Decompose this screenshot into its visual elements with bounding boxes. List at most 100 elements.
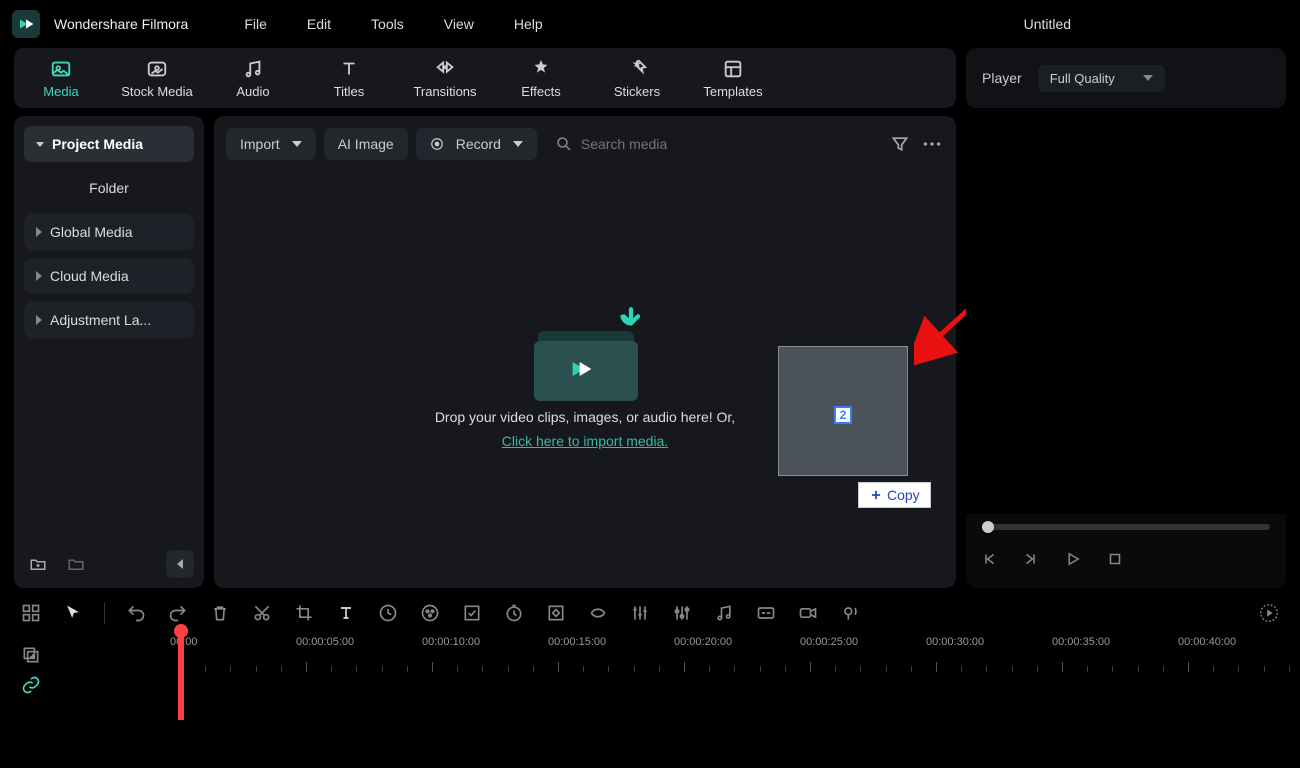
tab-templates[interactable]: Templates — [694, 58, 772, 99]
timeline-playhead[interactable] — [178, 632, 184, 720]
drop-text: Drop your video clips, images, or audio … — [435, 409, 735, 425]
download-arrow-icon — [614, 305, 648, 339]
ruler-tick — [558, 662, 559, 672]
new-folder-button[interactable] — [24, 550, 52, 578]
link-button[interactable] — [20, 674, 42, 696]
sidebar-global-media[interactable]: Global Media — [24, 214, 194, 250]
sidebar-cloud-media[interactable]: Cloud Media — [24, 258, 194, 294]
timer-button[interactable] — [503, 602, 525, 624]
filter-button[interactable] — [888, 132, 912, 156]
sidebar-global-label: Global Media — [50, 224, 133, 240]
menu-file[interactable]: File — [228, 10, 283, 38]
sidebar: Project Media Folder Global Media Cloud … — [14, 116, 204, 588]
player-header: Player Full Quality — [966, 48, 1286, 108]
tab-effects[interactable]: Effects — [502, 58, 580, 99]
record-tool-button[interactable] — [797, 602, 819, 624]
play-button[interactable] — [1062, 548, 1084, 570]
voiceover-button[interactable] — [839, 602, 861, 624]
sidebar-adjustment-layer[interactable]: Adjustment La... — [24, 302, 194, 338]
keyframe-button[interactable] — [545, 602, 567, 624]
sidebar-project-media[interactable]: Project Media — [24, 126, 194, 162]
document-title: Untitled — [807, 16, 1288, 32]
next-frame-button[interactable] — [1020, 548, 1042, 570]
menu-tools[interactable]: Tools — [355, 10, 420, 38]
speed-button[interactable] — [377, 602, 399, 624]
tab-transitions-label: Transitions — [413, 84, 476, 99]
cursor-icon[interactable] — [62, 602, 84, 624]
sidebar-cloud-label: Cloud Media — [50, 268, 129, 284]
copy-label: Copy — [887, 487, 920, 503]
ruler-tick — [306, 662, 307, 672]
redo-button[interactable] — [167, 602, 189, 624]
crop-button[interactable] — [293, 602, 315, 624]
timeline-ruler[interactable]: 00:0000:00:05:0000:00:10:0000:00:15:0000… — [170, 632, 1300, 672]
add-track-button[interactable] — [20, 644, 42, 666]
tab-media-label: Media — [43, 84, 78, 99]
ribbon-tabs: Media Stock Media Audio Titles Transitio… — [14, 48, 956, 108]
stop-button[interactable] — [1104, 548, 1126, 570]
tab-audio-label: Audio — [236, 84, 269, 99]
tab-effects-label: Effects — [521, 84, 561, 99]
menu-help[interactable]: Help — [498, 10, 559, 38]
player-progress[interactable] — [982, 524, 1270, 530]
prev-frame-button[interactable] — [978, 548, 1000, 570]
motion-button[interactable] — [587, 602, 609, 624]
chevron-right-icon — [36, 227, 42, 237]
playhead-handle[interactable] — [982, 521, 994, 533]
cut-button[interactable] — [251, 602, 273, 624]
media-panel: Import AI Image Record — [214, 116, 956, 588]
ruler-tick — [684, 662, 685, 672]
timeline[interactable]: 00:0000:00:05:0000:00:10:0000:00:15:0000… — [0, 632, 1300, 722]
record-button[interactable]: Record — [416, 128, 537, 160]
menu-edit[interactable]: Edit — [291, 10, 347, 38]
tab-titles[interactable]: Titles — [310, 58, 388, 99]
app-name: Wondershare Filmora — [54, 16, 188, 32]
media-icon — [50, 58, 72, 80]
tab-stickers[interactable]: Stickers — [598, 58, 676, 99]
more-button[interactable] — [920, 132, 944, 156]
ruler-label: 00:00:35:00 — [1052, 636, 1110, 648]
new-bin-button[interactable] — [62, 550, 90, 578]
player-viewport — [966, 116, 1286, 514]
adjust-button[interactable] — [629, 602, 651, 624]
ruler-label: 00:00:05:00 — [296, 636, 354, 648]
sidebar-project-media-label: Project Media — [52, 136, 143, 152]
app-logo — [12, 10, 40, 38]
import-link[interactable]: Click here to import media. — [502, 433, 669, 449]
collapse-sidebar-button[interactable] — [166, 550, 194, 578]
quality-select[interactable]: Full Quality — [1038, 65, 1165, 92]
sidebar-folder[interactable]: Folder — [24, 170, 194, 206]
tab-media[interactable]: Media — [22, 58, 100, 99]
menu-view[interactable]: View — [428, 10, 490, 38]
mixer-button[interactable] — [671, 602, 693, 624]
media-toolbar: Import AI Image Record — [214, 116, 956, 172]
ruler-tick — [810, 662, 811, 672]
copy-tooltip: Copy — [858, 482, 931, 508]
tab-stickers-label: Stickers — [614, 84, 660, 99]
audio-tool-button[interactable] — [713, 602, 735, 624]
templates-icon — [722, 58, 744, 80]
tab-stock-media[interactable]: Stock Media — [118, 58, 196, 99]
tab-transitions[interactable]: Transitions — [406, 58, 484, 99]
plus-icon — [869, 488, 883, 502]
record-label: Record — [456, 136, 501, 152]
subtitle-button[interactable] — [755, 602, 777, 624]
apps-icon[interactable] — [20, 602, 42, 624]
ruler-label: 00:00:40:00 — [1178, 636, 1236, 648]
undo-button[interactable] — [125, 602, 147, 624]
greenscreen-button[interactable] — [461, 602, 483, 624]
render-button[interactable] — [1258, 602, 1280, 624]
color-button[interactable] — [419, 602, 441, 624]
timeline-toolbar — [0, 588, 1300, 632]
ruler-label: 00:00:10:00 — [422, 636, 480, 648]
ai-image-button[interactable]: AI Image — [324, 128, 408, 160]
text-button[interactable] — [335, 602, 357, 624]
search-input[interactable] — [581, 136, 870, 152]
delete-button[interactable] — [209, 602, 231, 624]
tab-audio[interactable]: Audio — [214, 58, 292, 99]
chevron-down-icon — [1143, 75, 1153, 81]
chevron-right-icon — [36, 271, 42, 281]
annotation-step-number: 2 — [834, 406, 852, 424]
import-button[interactable]: Import — [226, 128, 316, 160]
tab-titles-label: Titles — [334, 84, 365, 99]
